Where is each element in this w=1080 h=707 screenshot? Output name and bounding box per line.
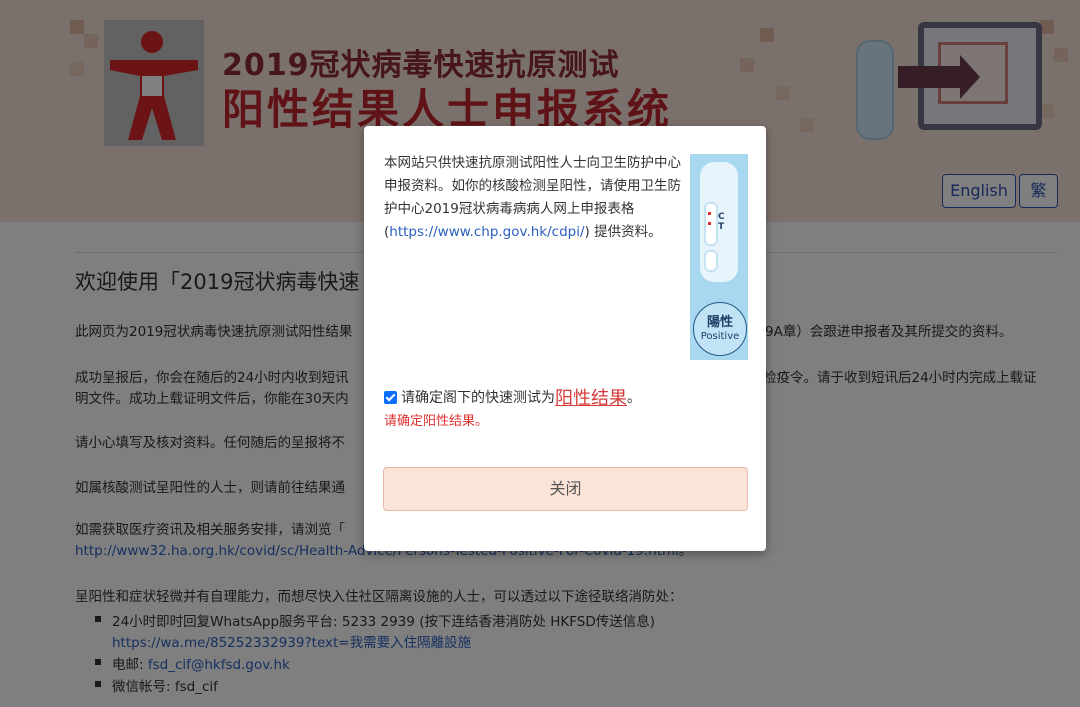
control-test-marks: CT: [718, 212, 725, 232]
positive-badge-cn: 陽性: [706, 315, 733, 330]
cdpi-link[interactable]: https://www.chp.gov.hk/cdpi/: [389, 224, 584, 240]
positive-badge: 陽性 Positive: [693, 302, 747, 356]
confirm-positive-label: 请确定阁下的快速测试为: [401, 390, 555, 406]
positive-confirm-dialog: 本网站只供快速抗原测试阳性人士向卫生防护中心申报资料。如你的核酸检测呈阳性，请使…: [364, 126, 766, 551]
dialog-message: 本网站只供快速抗原测试阳性人士向卫生防护中心申报资料。如你的核酸检测呈阳性，请使…: [384, 152, 684, 244]
result-window: [704, 202, 718, 246]
confirm-positive-end: 。: [627, 390, 641, 406]
sample-well: [704, 250, 718, 272]
dialog-message-end: ) 提供资料。: [584, 224, 662, 240]
rapid-test-kit-image: CT 陽性 Positive: [690, 154, 748, 360]
validation-error: 请确定阳性结果。: [384, 414, 489, 429]
close-button[interactable]: 关闭: [383, 467, 748, 511]
confirm-positive-row: 请确定阁下的快速测试为 阳性结果 。: [384, 384, 641, 410]
confirm-positive-checkbox[interactable]: [384, 390, 397, 404]
positive-result-text: 阳性结果: [555, 388, 627, 409]
positive-badge-en: Positive: [700, 331, 740, 342]
